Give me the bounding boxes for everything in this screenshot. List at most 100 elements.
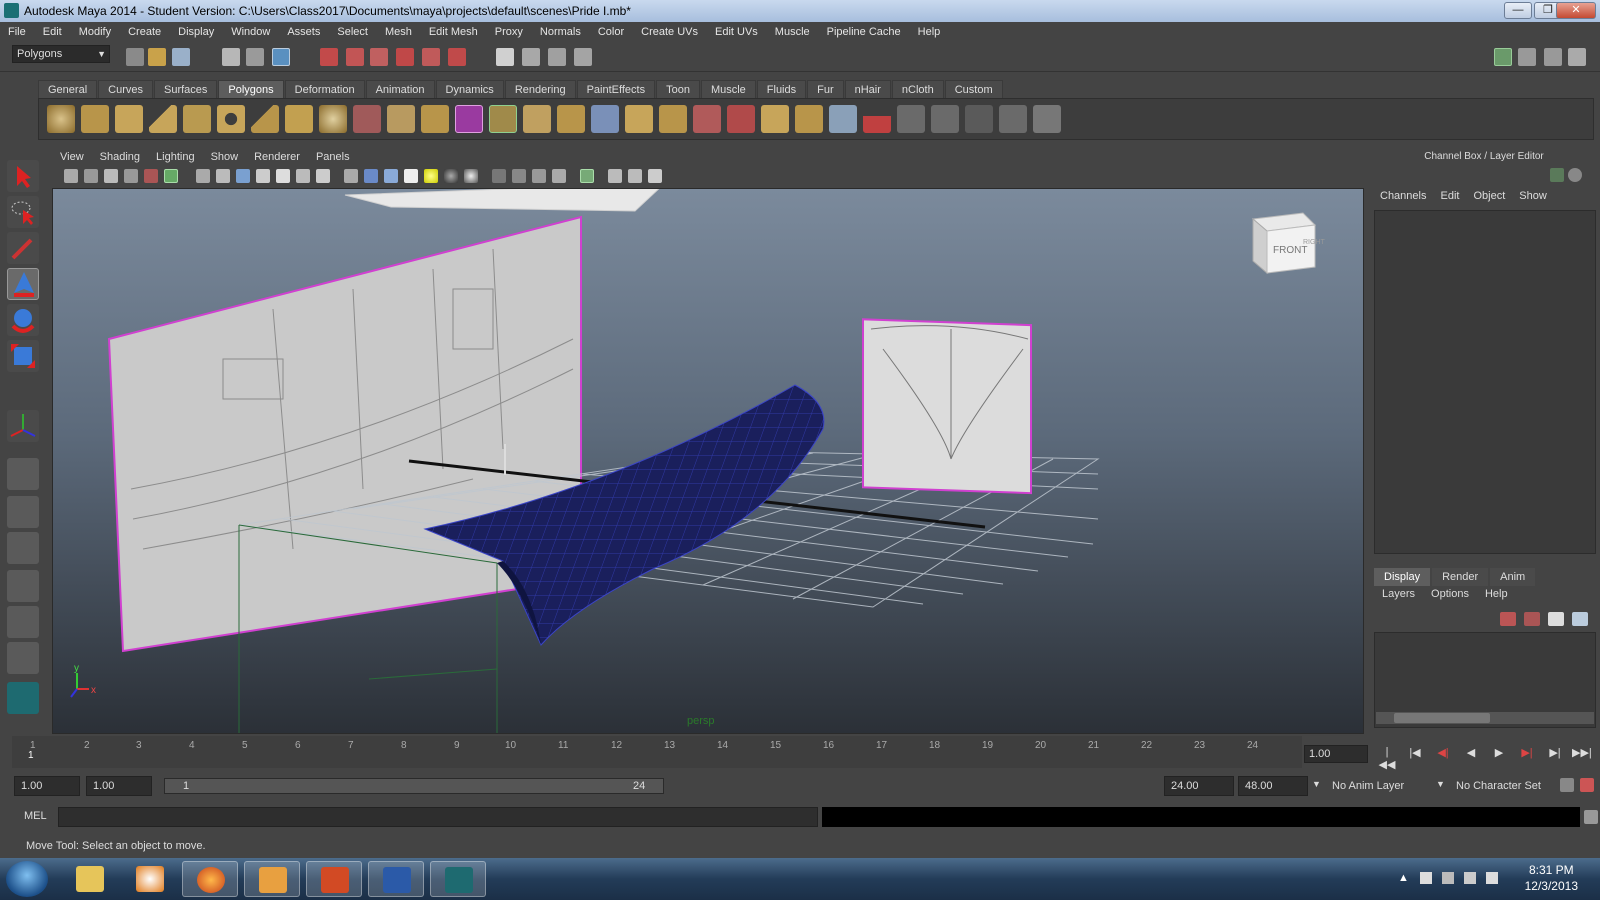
camera-attributes-icon[interactable] [84, 169, 98, 183]
playback-end-field[interactable]: 24.00 [1164, 776, 1234, 796]
safe-title-icon[interactable] [316, 169, 330, 183]
end-time-field[interactable]: 48.00 [1238, 776, 1308, 796]
xray-joints-icon[interactable] [608, 169, 622, 183]
single-perspective-layout-icon[interactable] [7, 458, 39, 490]
minimize-button[interactable]: — [1504, 2, 1532, 19]
start-time-field[interactable]: 1.00 [14, 776, 80, 796]
four-view-layout-icon[interactable] [7, 496, 39, 528]
xray-active-icon[interactable] [628, 169, 642, 183]
motion-blur-icon[interactable] [512, 169, 526, 183]
persp-outliner-layout-icon[interactable] [7, 532, 39, 564]
poly-cylinder-icon[interactable] [115, 105, 143, 133]
snap-curve-icon[interactable] [346, 48, 364, 66]
taskbar-powerpoint[interactable] [306, 861, 362, 897]
play-backwards-button[interactable]: ◀ [1462, 746, 1480, 762]
anim-layer-dropdown[interactable]: No Anim Layer [1332, 780, 1404, 792]
go-to-start-button[interactable]: |◀◀ [1378, 746, 1396, 771]
cylindrical-mapping-icon[interactable] [931, 105, 959, 133]
paint-select-tool-icon[interactable] [7, 232, 39, 264]
scrollbar-thumb[interactable] [1394, 713, 1490, 723]
rotate-tool-icon[interactable] [7, 304, 39, 336]
select-camera-icon[interactable] [64, 169, 78, 183]
play-forwards-button[interactable]: ▶ [1490, 746, 1508, 762]
step-forward-frame-button[interactable]: ▶| [1546, 746, 1564, 762]
poly-sphere-icon[interactable] [47, 105, 75, 133]
character-set-dropdown[interactable]: No Character Set [1456, 780, 1541, 792]
make-live-icon[interactable] [422, 48, 440, 66]
ambient-occlusion-icon[interactable] [492, 169, 506, 183]
layer-menu-options[interactable]: Options [1431, 588, 1469, 604]
shelf-tab-ncloth[interactable]: nCloth [891, 80, 944, 98]
shelf-tab-muscle[interactable]: Muscle [700, 80, 756, 98]
menu-set-dropdown[interactable]: Polygons ▼ [12, 45, 110, 63]
channel-box-float-icon[interactable] [1550, 168, 1564, 182]
wireframe-on-shaded-icon[interactable] [384, 169, 398, 183]
graph-editor-layout-icon[interactable] [7, 642, 39, 674]
render-current-icon[interactable] [522, 48, 540, 66]
snap-grid-icon[interactable] [320, 48, 338, 66]
select-hierarchy-icon[interactable] [222, 48, 240, 66]
poly-plane-icon[interactable] [183, 105, 211, 133]
grid-toggle-icon[interactable] [196, 169, 210, 183]
power-icon[interactable] [1442, 872, 1454, 884]
script-editor-icon[interactable] [1584, 810, 1598, 824]
panel-menu-show[interactable]: Show [211, 151, 239, 163]
render-view-icon[interactable] [496, 48, 514, 66]
action-center-flag-icon[interactable] [1420, 872, 1432, 884]
menu-display[interactable]: Display [178, 26, 214, 38]
time-slider[interactable]: 1 2 3 4 5 6 7 8 9 10 11 12 13 14 15 16 1… [12, 736, 1302, 768]
menu-edit-uvs[interactable]: Edit UVs [715, 26, 758, 38]
extrude-icon[interactable] [489, 105, 517, 133]
panel-menu-lighting[interactable]: Lighting [156, 151, 195, 163]
current-time-field[interactable]: 1.00 [1304, 745, 1368, 763]
shelf-tab-surfaces[interactable]: Surfaces [153, 80, 218, 98]
shelf-tab-curves[interactable]: Curves [98, 80, 153, 98]
shelf-tab-toon[interactable]: Toon [656, 80, 700, 98]
shelf-tab-fur[interactable]: Fur [807, 80, 844, 98]
playback-start-field[interactable]: 1.00 [86, 776, 152, 796]
triangulate-icon[interactable] [795, 105, 823, 133]
shelf-tab-painteffects[interactable]: PaintEffects [576, 80, 656, 98]
scale-tool-icon[interactable] [7, 340, 39, 372]
taskbar-outlook[interactable] [244, 861, 300, 897]
move-tool-icon[interactable] [7, 268, 39, 300]
menu-edit[interactable]: Edit [43, 26, 62, 38]
depth-of-field-icon[interactable] [552, 169, 566, 183]
menu-normals[interactable]: Normals [540, 26, 581, 38]
2d-pan-zoom-icon[interactable] [144, 169, 158, 183]
safe-action-icon[interactable] [296, 169, 310, 183]
step-back-key-button[interactable]: ◀| [1434, 746, 1452, 762]
layer-tab-anim[interactable]: Anim [1490, 568, 1536, 586]
select-component-icon[interactable] [272, 48, 290, 66]
menu-proxy[interactable]: Proxy [495, 26, 523, 38]
shelf-tab-custom[interactable]: Custom [944, 80, 1003, 98]
tool-settings-icon[interactable] [1544, 48, 1562, 66]
taskbar-firefox[interactable] [182, 861, 238, 897]
isolate-select-icon[interactable] [580, 169, 594, 183]
quadrangulate-icon[interactable] [829, 105, 857, 133]
poly-pipe-icon[interactable] [285, 105, 313, 133]
shelf-tab-fluids[interactable]: Fluids [756, 80, 807, 98]
anim-layer-chevron-down-icon[interactable]: ▼ [1312, 779, 1321, 789]
layer-list-scrollbar[interactable] [1376, 712, 1594, 724]
grease-pencil-icon[interactable] [164, 169, 178, 183]
channel-box-toggle-icon[interactable] [1568, 48, 1586, 66]
range-slider[interactable]: 1 24 [164, 778, 664, 794]
maya-logo-icon[interactable] [7, 682, 39, 714]
wireframe-icon[interactable] [344, 169, 358, 183]
taskbar-media-player[interactable] [122, 861, 178, 897]
new-scene-icon[interactable] [126, 48, 144, 66]
poly-soccer-ball-icon[interactable] [319, 105, 347, 133]
poly-cube-icon[interactable] [81, 105, 109, 133]
panel-menu-panels[interactable]: Panels [316, 151, 350, 163]
save-scene-icon[interactable] [172, 48, 190, 66]
layer-menu-layers[interactable]: Layers [1382, 588, 1415, 604]
shelf-tab-dynamics[interactable]: Dynamics [435, 80, 504, 98]
menu-mesh[interactable]: Mesh [385, 26, 412, 38]
shelf-tab-polygons[interactable]: Polygons [218, 80, 284, 98]
snap-view-plane-icon[interactable] [396, 48, 414, 66]
menu-assets[interactable]: Assets [287, 26, 320, 38]
persp-graph-layout-icon[interactable] [7, 570, 39, 602]
shelf-tab-general[interactable]: General [38, 80, 98, 98]
universal-manipulator-icon[interactable] [7, 410, 39, 442]
